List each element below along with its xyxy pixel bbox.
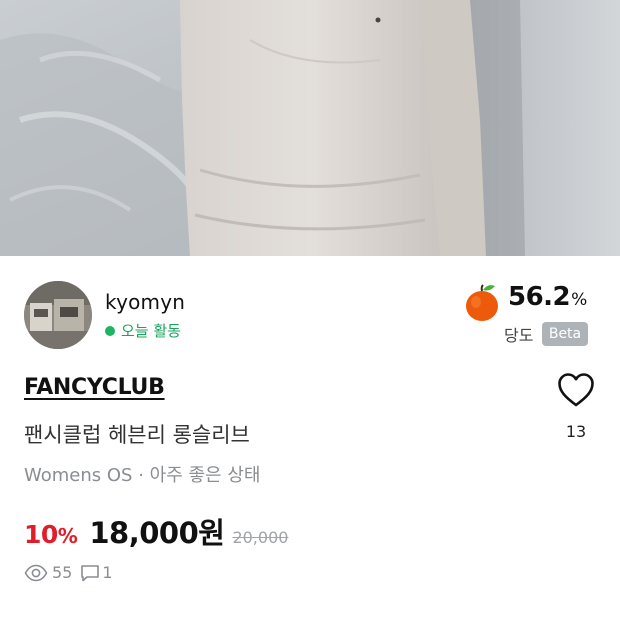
product-details: Womens OS · 아주 좋은 상태 (24, 465, 261, 486)
sale-price: 18,000원 (89, 516, 225, 550)
activity-label: 오늘 활동 (121, 322, 181, 340)
chats-count: 1 (102, 563, 113, 582)
sweetness-score[interactable]: 56.2% 당도 Beta (456, 281, 596, 349)
like-count: 13 (565, 422, 587, 441)
avatar-image (24, 281, 92, 349)
brand-link[interactable]: FANCYCLUB (24, 375, 165, 400)
sweetness-number: 56.2 (508, 282, 571, 312)
product-photo-image (0, 0, 620, 256)
views-count: 55 (52, 563, 73, 582)
product-stats: 55 1 (24, 563, 113, 582)
original-price: 20,000 (232, 528, 289, 547)
seller-username[interactable]: kyomyn (105, 290, 185, 314)
product-photo[interactable] (0, 0, 620, 256)
discount-rate: 10% (24, 520, 78, 549)
discount-unit: % (57, 524, 78, 548)
sweetness-value: 56.2% (508, 282, 587, 312)
seller-section[interactable]: kyomyn 오늘 활동 56.2% 당도 Beta (24, 281, 596, 349)
discount-number: 10 (24, 520, 58, 549)
beta-badge: Beta (542, 322, 588, 346)
seller-avatar[interactable] (24, 281, 92, 349)
heart-icon (558, 373, 594, 407)
chat-bubble-icon (81, 564, 100, 581)
price-row: 10% 18,000원 20,000 (24, 510, 288, 552)
sweetness-unit: % (571, 290, 587, 310)
apple-icon (466, 284, 498, 321)
product-title: 팬시클럽 헤븐리 롱슬리브 (24, 423, 250, 447)
eye-icon (24, 564, 48, 581)
activity-dot-icon (105, 325, 115, 336)
sweetness-label: 당도 (504, 326, 534, 345)
like-button[interactable]: 13 (550, 372, 602, 452)
seller-activity-status: 오늘 활동 (105, 320, 181, 341)
